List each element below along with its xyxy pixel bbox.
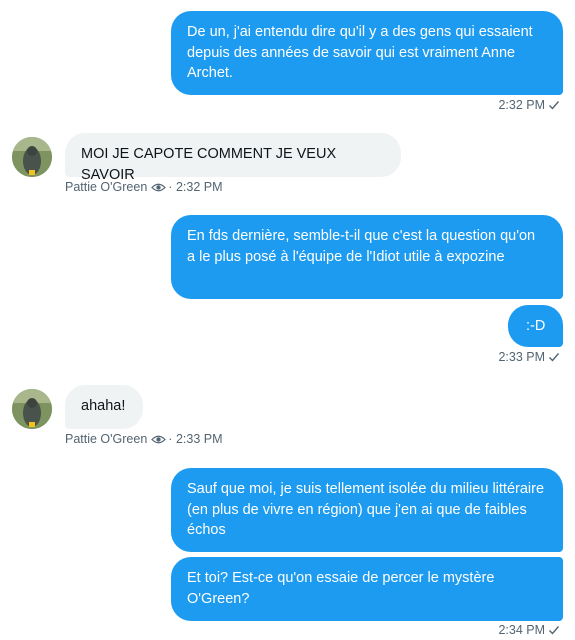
dm-conversation: De un, j'ai entendu dire qu'il y a des g… <box>0 0 575 639</box>
eye-icon <box>151 181 167 197</box>
avatar[interactable] <box>12 389 52 429</box>
check-icon <box>548 351 560 367</box>
avatar[interactable] <box>12 137 52 177</box>
outgoing-message[interactable]: Sauf que moi, je suis tellement isolée d… <box>171 468 563 552</box>
check-icon <box>548 624 560 640</box>
incoming-message[interactable]: ahaha! <box>65 385 143 429</box>
outgoing-message[interactable]: Et toi? Est-ce qu'on essaie de percer le… <box>171 557 563 621</box>
incoming-message[interactable]: MOI JE CAPOTE COMMENT JE VEUX SAVOIR <box>65 133 401 183</box>
meta-separator: · <box>168 432 173 446</box>
message-meta: 2:33 PM <box>498 349 560 367</box>
sender-name[interactable]: Pattie O'Green <box>65 180 147 194</box>
message-meta: Pattie O'Green · 2:32 PM <box>65 179 223 197</box>
message-time: 2:32 PM <box>175 180 223 194</box>
message-time: 2:32 PM <box>498 98 545 112</box>
message-meta: 2:32 PM <box>498 97 560 115</box>
message-time: 2:33 PM <box>175 432 223 446</box>
message-time: 2:34 PM <box>498 623 545 637</box>
outgoing-message[interactable]: :-D <box>508 305 563 347</box>
eye-icon <box>151 433 167 449</box>
message-meta: Pattie O'Green · 2:33 PM <box>65 431 223 449</box>
message-time: 2:33 PM <box>498 350 545 364</box>
outgoing-message[interactable]: En fds dernière, semble-t-il que c'est l… <box>171 215 563 299</box>
message-meta: 2:34 PM <box>498 622 560 640</box>
check-icon <box>548 99 560 115</box>
meta-separator: · <box>168 180 173 194</box>
sender-name[interactable]: Pattie O'Green <box>65 432 147 446</box>
outgoing-message[interactable]: De un, j'ai entendu dire qu'il y a des g… <box>171 11 563 95</box>
